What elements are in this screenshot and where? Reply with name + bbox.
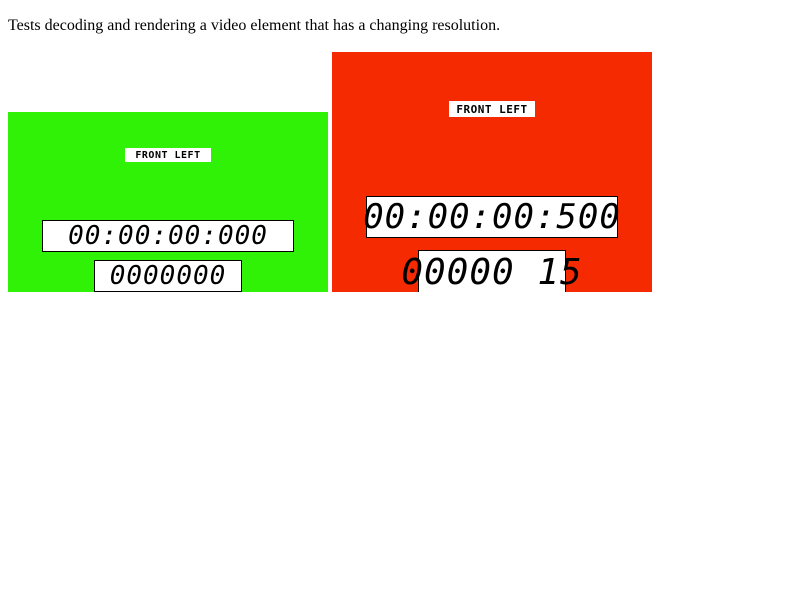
video-element-1[interactable]: FRONT LEFT 00:00:00:000 0000000 xyxy=(8,112,328,292)
channel-label: FRONT LEFT xyxy=(125,148,211,162)
video-element-2[interactable]: FRONT LEFT 00:00:00:500 00000 15 xyxy=(332,52,652,292)
channel-label: FRONT LEFT xyxy=(449,101,535,117)
frame-counter: 0000000 xyxy=(94,260,242,292)
frame-counter: 00000 15 xyxy=(401,250,583,292)
page-description: Tests decoding and rendering a video ele… xyxy=(8,17,501,34)
timecode-display: 00:00:00:500 xyxy=(363,196,621,238)
timecode-display: 00:00:00:000 xyxy=(42,220,294,252)
